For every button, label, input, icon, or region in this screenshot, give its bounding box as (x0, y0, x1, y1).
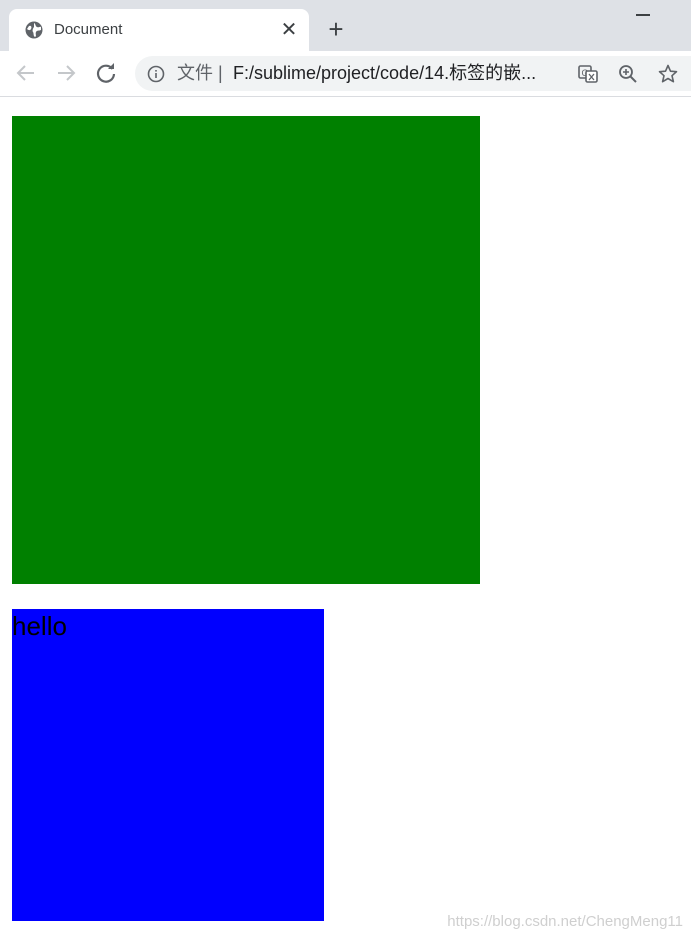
browser-window: Document ✕ + 文件 | F:/sublime/project/cod… (0, 0, 691, 938)
minimize-button[interactable] (636, 14, 650, 16)
url-text[interactable]: F:/sublime/project/code/14.标签的嵌... (233, 63, 563, 84)
star-icon[interactable] (657, 63, 679, 85)
page-viewport: hello https://blog.csdn.net/ChengMeng11 (0, 97, 691, 938)
translate-icon[interactable]: G (577, 63, 599, 85)
address-bar[interactable]: 文件 | F:/sublime/project/code/14.标签的嵌... … (135, 56, 691, 91)
tab-document[interactable]: Document ✕ (9, 9, 309, 51)
blue-box: hello (12, 609, 324, 921)
green-box (12, 116, 480, 584)
security-label: 文件 | (177, 63, 223, 83)
reload-icon[interactable] (94, 61, 118, 85)
watermark-text: https://blog.csdn.net/ChengMeng11 (447, 913, 683, 930)
browser-toolbar: 文件 | F:/sublime/project/code/14.标签的嵌... … (0, 51, 691, 97)
globe-icon (25, 21, 43, 39)
new-tab-button[interactable]: + (324, 16, 348, 42)
zoom-in-icon[interactable] (617, 63, 639, 85)
info-icon[interactable] (147, 65, 165, 83)
hello-text: hello (12, 611, 67, 641)
back-arrow-icon[interactable] (14, 61, 38, 85)
forward-arrow-icon[interactable] (54, 61, 78, 85)
tab-strip: Document ✕ + (0, 0, 691, 51)
tab-close-button[interactable]: ✕ (279, 20, 299, 40)
tab-title: Document (54, 21, 123, 38)
